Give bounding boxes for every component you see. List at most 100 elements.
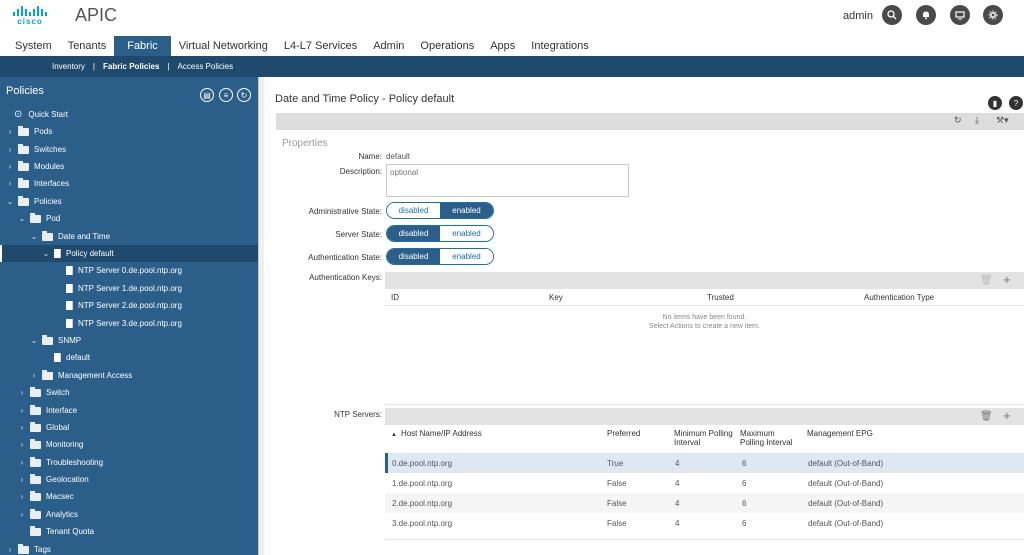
cell-preferred: True	[607, 459, 624, 468]
tree-item-troubleshooting[interactable]: › Troubleshooting	[0, 454, 258, 471]
tab-tenants[interactable]: Tenants	[60, 36, 115, 56]
admin-state-toggle: disabled enabled	[386, 202, 494, 219]
column-header-trusted[interactable]: Trusted	[707, 293, 734, 302]
filter-icon[interactable]: ▤	[200, 88, 214, 102]
tree-item-snmp-default[interactable]: default	[0, 349, 258, 366]
cell-min-polling: 4	[675, 479, 680, 488]
table-row[interactable]: 3.de.pool.ntp.org False 4 6 default (Out…	[385, 513, 1024, 533]
cell-max-polling: 6	[742, 459, 747, 468]
tree-item-date-and-time[interactable]: ⌄ Date and Time	[0, 228, 258, 245]
auth-state-disabled-option[interactable]: disabled	[387, 249, 440, 264]
tree-item-label: NTP Server 2.de.pool.ntp.org	[78, 301, 182, 310]
list-icon[interactable]: ≡	[219, 88, 233, 102]
add-icon[interactable]: +	[1003, 408, 1011, 423]
tree-item-geolocation[interactable]: › Geolocation	[0, 471, 258, 488]
tab-apps[interactable]: Apps	[482, 36, 523, 56]
description-field[interactable]	[386, 164, 629, 197]
table-row[interactable]: 0.de.pool.ntp.org True 4 6 default (Out-…	[385, 453, 1024, 473]
column-header-min-polling[interactable]: Minimum Polling Interval	[674, 429, 734, 447]
tree-item-policies[interactable]: ⌄ Policies	[0, 193, 258, 210]
tree-item-management-access[interactable]: › Management Access	[0, 367, 258, 384]
tab-integrations[interactable]: Integrations	[523, 36, 596, 56]
cell-management-epg: default (Out-of-Band)	[808, 459, 884, 468]
tree-item-ntp-server-3[interactable]: NTP Server 3.de.pool.ntp.org	[0, 315, 258, 332]
tree-item-tenant-quota[interactable]: Tenant Quota	[0, 523, 258, 540]
tree-item-pods[interactable]: › Pods	[0, 123, 258, 140]
description-label: Description:	[339, 167, 382, 176]
tab-virtual-networking[interactable]: Virtual Networking	[171, 36, 276, 56]
chevron-right-icon: ›	[20, 475, 24, 484]
folder-icon	[30, 404, 41, 415]
subnav-inventory[interactable]: Inventory	[44, 62, 93, 71]
chevron-down-icon: ⌄	[30, 336, 38, 345]
tree-item-label: Analytics	[46, 510, 79, 519]
chevron-right-icon: ›	[8, 545, 12, 554]
tools-icon[interactable]: ⚒▾	[996, 115, 1009, 126]
tree-item-ntp-server-0[interactable]: NTP Server 0.de.pool.ntp.org	[0, 262, 258, 279]
admin-state-disabled-option[interactable]: disabled	[387, 203, 440, 218]
tree-item-ntp-server-1[interactable]: NTP Server 1.de.pool.ntp.org	[0, 280, 258, 297]
tree-item-ntp-server-2[interactable]: NTP Server 2.de.pool.ntp.org	[0, 297, 258, 314]
tree-item-interfaces[interactable]: › Interfaces	[0, 175, 258, 192]
server-state-enabled-option[interactable]: enabled	[440, 226, 493, 241]
bell-icon[interactable]	[916, 5, 936, 25]
tree-item-switch[interactable]: › Switch	[0, 384, 258, 401]
refresh-icon[interactable]: ↻	[954, 115, 962, 126]
tree-item-label: Global	[46, 423, 70, 432]
folder-icon	[30, 421, 41, 432]
folder-icon	[18, 143, 29, 154]
download-icon[interactable]: ⤓	[975, 115, 979, 126]
auth-state-enabled-option[interactable]: enabled	[440, 249, 493, 264]
column-header-management-epg[interactable]: Management EPG	[807, 429, 873, 438]
help-icon[interactable]: ?	[1009, 96, 1023, 110]
subnav-fabric-policies[interactable]: Fabric Policies	[95, 62, 167, 71]
column-header-max-polling[interactable]: Maximum Polling Interval	[740, 429, 800, 447]
monitor-icon[interactable]	[950, 5, 970, 25]
tab-admin[interactable]: Admin	[365, 36, 412, 56]
tab-fabric[interactable]: Fabric	[114, 36, 171, 56]
column-header-id[interactable]: ID	[391, 293, 399, 302]
gear-icon[interactable]	[983, 5, 1003, 25]
tree-item-analytics[interactable]: › Analytics	[0, 506, 258, 523]
server-state-disabled-option[interactable]: disabled	[387, 226, 440, 241]
tree-item-policy-default[interactable]: ⌄ Policy default	[0, 245, 258, 262]
tree-item-global[interactable]: › Global	[0, 419, 258, 436]
tree-item-quick-start[interactable]: ⊙ Quick Start	[0, 106, 258, 123]
trash-icon[interactable]: 🗑	[980, 411, 993, 422]
cell-host: 3.de.pool.ntp.org	[392, 519, 453, 528]
tree-item-switches[interactable]: › Switches	[0, 141, 258, 158]
add-icon[interactable]: +	[1003, 272, 1011, 287]
column-header-auth-type[interactable]: Authentication Type	[864, 293, 934, 302]
column-header-key[interactable]: Key	[549, 293, 563, 302]
tree-item-snmp[interactable]: ⌄ SNMP	[0, 332, 258, 349]
tab-operations[interactable]: Operations	[412, 36, 482, 56]
folder-icon	[42, 369, 53, 380]
tree-item-pod[interactable]: ⌄ Pod	[0, 210, 258, 227]
tree-item-monitoring[interactable]: › Monitoring	[0, 436, 258, 453]
user-menu[interactable]: admin	[843, 10, 873, 22]
folder-icon	[30, 456, 41, 467]
chevron-right-icon: ›	[20, 510, 24, 519]
column-header-host[interactable]: ▲ Host Name/IP Address	[391, 429, 482, 440]
refresh-icon[interactable]: ↻	[237, 88, 251, 102]
tree-item-tags[interactable]: › Tags	[0, 541, 258, 555]
tab-system[interactable]: System	[0, 36, 60, 56]
tree-item-interface[interactable]: › Interface	[0, 402, 258, 419]
table-divider	[385, 404, 1024, 405]
auth-keys-table-toolbar: 🗑 +	[385, 272, 1024, 289]
trash-icon[interactable]: 🗑	[980, 275, 993, 286]
tree-item-macsec[interactable]: › Macsec	[0, 488, 258, 505]
tab-l4-l7-services[interactable]: L4-L7 Services	[276, 36, 365, 56]
search-icon[interactable]	[882, 5, 902, 25]
server-state-label: Server State:	[335, 230, 382, 239]
tree-item-label: Interfaces	[34, 179, 70, 188]
auth-state-label: Authentication State:	[308, 253, 382, 262]
table-row[interactable]: 1.de.pool.ntp.org False 4 6 default (Out…	[385, 473, 1024, 493]
subnav-access-policies[interactable]: Access Policies	[170, 62, 242, 71]
column-header-preferred[interactable]: Preferred	[607, 429, 640, 438]
cell-management-epg: default (Out-of-Band)	[808, 499, 884, 508]
admin-state-enabled-option[interactable]: enabled	[440, 203, 493, 218]
tree-item-modules[interactable]: › Modules	[0, 158, 258, 175]
table-row[interactable]: 2.de.pool.ntp.org False 4 6 default (Out…	[385, 493, 1024, 513]
bookmark-icon[interactable]: ▮	[988, 96, 1002, 110]
